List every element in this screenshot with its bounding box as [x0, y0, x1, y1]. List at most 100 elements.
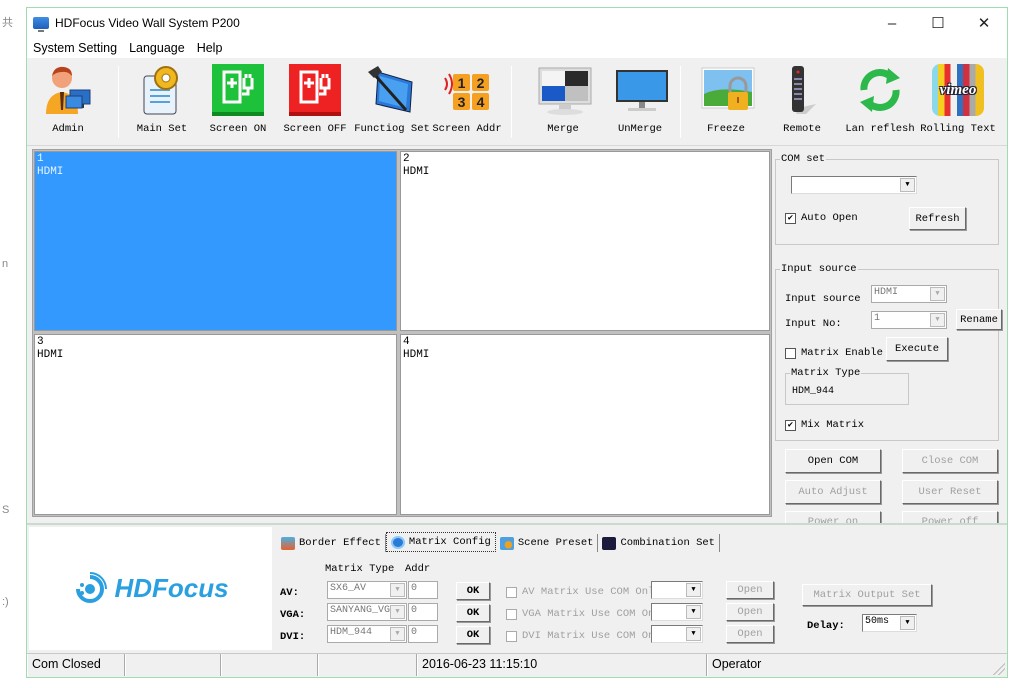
toolbar-label: Remote [783, 123, 821, 135]
toolbar-separator [118, 66, 119, 138]
window-title: HDFocus Video Wall System P200 [55, 16, 240, 30]
matrix-enable-checkbox[interactable]: Matrix Enable [785, 347, 883, 359]
checkbox-unchecked-icon [506, 586, 517, 598]
tab-strip: Border Effect Matrix Config Scene Preset… [277, 532, 720, 552]
title-bar: HDFocus Video Wall System P200 – ☐ ✕ [27, 8, 1007, 38]
minimize-button[interactable]: – [869, 8, 915, 38]
maximize-button[interactable]: ☐ [915, 8, 961, 38]
vga-com-only-checkbox[interactable]: VGA Matrix Use COM Only [506, 608, 667, 620]
av-addr-input[interactable]: 0 [408, 581, 438, 599]
close-button[interactable]: ✕ [961, 8, 1007, 38]
open-com-button[interactable]: Open COM [785, 449, 881, 473]
vga-matrix-type-select[interactable]: SANYANG_VGA ▼ [327, 603, 407, 621]
tab-label: Matrix Config [408, 536, 491, 548]
close-com-button[interactable]: Close COM [902, 449, 998, 473]
checkbox-unchecked-icon [506, 630, 517, 642]
merge-button[interactable]: Merge [522, 62, 604, 142]
dvi-matrix-type-select[interactable]: HDM_944 ▼ [327, 625, 407, 643]
vga-ok-button[interactable]: OK [456, 604, 490, 622]
matrix-output-set-button[interactable]: Matrix Output Set [802, 584, 932, 606]
logo-text: HDFocus [114, 573, 229, 603]
menu-language[interactable]: Language [123, 41, 191, 55]
tab-scene-preset[interactable]: Scene Preset [496, 534, 599, 552]
chevron-down-icon: ▼ [930, 313, 945, 327]
toolbar-label: Screen Addr [432, 123, 502, 135]
screen-addr-digit: 1 [458, 75, 466, 91]
dvi-addr-input[interactable]: 0 [408, 625, 438, 643]
auto-open-checkbox[interactable]: ✔ Auto Open [785, 212, 858, 224]
toolbar: Admin Main Set Screen ON Screen OFF Func… [27, 58, 1007, 146]
chevron-down-icon: ▼ [930, 287, 945, 301]
admin-button[interactable]: Admin [27, 62, 109, 142]
av-matrix-type-select[interactable]: SX6_AV ▼ [327, 581, 407, 599]
av-com-only-checkbox[interactable]: AV Matrix Use COM Only [506, 586, 661, 598]
lan-refresh-button[interactable]: Lan reflesh [839, 62, 921, 142]
tab-combination-set[interactable]: Combination Set [598, 534, 720, 552]
resize-grip[interactable] [993, 663, 1005, 675]
screen-on-button[interactable]: Screen ON [197, 62, 279, 142]
tab-border-effect[interactable]: Border Effect [277, 534, 386, 552]
av-com-only-label: AV Matrix Use COM Only [522, 586, 661, 598]
auto-adjust-button[interactable]: Auto Adjust [785, 480, 881, 504]
toolbar-label: Main Set [136, 123, 188, 135]
wall-cell-1[interactable]: 1 HDMI [34, 151, 397, 331]
function-set-button[interactable]: Functiog Set [351, 62, 433, 142]
vga-addr-input[interactable]: 0 [408, 603, 438, 621]
checkbox-checked-icon: ✔ [785, 212, 796, 224]
wall-cell-2[interactable]: 2 HDMI [400, 151, 770, 331]
vga-open-button[interactable]: Open [726, 603, 774, 621]
refresh-button[interactable]: Refresh [909, 207, 966, 230]
com-port-select[interactable]: ▼ [791, 176, 917, 194]
dvi-com-only-checkbox[interactable]: DVI Matrix Use COM Only [506, 630, 667, 642]
main-set-button[interactable]: Main Set [121, 62, 203, 142]
unmerge-monitor-icon [614, 64, 668, 116]
chevron-down-icon: ▼ [900, 616, 915, 630]
input-no-select[interactable]: 1 ▼ [871, 311, 947, 329]
dvi-com-only-select[interactable]: ▼ [651, 625, 703, 643]
dvi-open-button[interactable]: Open [726, 625, 774, 643]
tab-label: Combination Set [620, 537, 715, 549]
chevron-down-icon: ▼ [390, 583, 405, 597]
matrix-type-value: HDM_944 [792, 386, 835, 397]
unmerge-button[interactable]: UnMerge [599, 62, 681, 142]
bottom-panel: HDFocus Border Effect Matrix Config Scen… [27, 523, 1007, 653]
status-field [221, 654, 318, 676]
av-ok-button[interactable]: OK [456, 582, 490, 600]
rolling-text-button[interactable]: vimeo Rolling Text [917, 62, 999, 142]
av-com-only-select[interactable]: ▼ [651, 581, 703, 599]
tab-matrix-config[interactable]: Matrix Config [385, 532, 496, 552]
monitor-app-icon [33, 17, 49, 32]
screen-addr-button[interactable]: 1234 Screen Addr [426, 62, 508, 142]
input-source-select[interactable]: HDMI ▼ [871, 285, 947, 303]
delay-select[interactable]: 50ms ▼ [862, 614, 917, 632]
vga-matrix-type-value: SANYANG_VGA [330, 605, 397, 616]
vga-com-only-select[interactable]: ▼ [651, 603, 703, 621]
av-label: AV: [280, 587, 299, 599]
vga-com-only-label: VGA Matrix Use COM Only [522, 608, 667, 620]
wall-cell-4[interactable]: 4 HDMI [400, 334, 770, 515]
av-open-button[interactable]: Open [726, 581, 774, 599]
input-source-value: HDMI [874, 287, 899, 298]
dvi-ok-button[interactable]: OK [456, 626, 490, 644]
status-field [125, 654, 221, 676]
cell-source: HDMI [37, 166, 64, 178]
chevron-down-icon: ▼ [686, 583, 701, 597]
remote-button[interactable]: Remote [761, 62, 843, 142]
border-effect-icon [281, 536, 295, 550]
execute-button[interactable]: Execute [886, 337, 948, 361]
wall-cell-3[interactable]: 3 HDMI [34, 334, 397, 515]
delay-label: Delay: [807, 620, 845, 632]
mix-matrix-checkbox[interactable]: ✔ Mix Matrix [785, 419, 864, 431]
menu-system-setting[interactable]: System Setting [27, 41, 123, 55]
vga-label: VGA: [280, 609, 306, 621]
screen-off-button[interactable]: Screen OFF [274, 62, 356, 142]
addr-header: Addr [405, 563, 431, 575]
cell-source: HDMI [37, 349, 64, 361]
mix-matrix-label: Mix Matrix [801, 419, 865, 431]
rename-button[interactable]: Rename [956, 309, 1002, 330]
user-reset-button[interactable]: User Reset [902, 480, 998, 504]
freeze-button[interactable]: Freeze [685, 62, 767, 142]
tab-label: Scene Preset [517, 537, 594, 549]
input-no-value: 1 [874, 313, 881, 324]
menu-help[interactable]: Help [191, 41, 229, 55]
